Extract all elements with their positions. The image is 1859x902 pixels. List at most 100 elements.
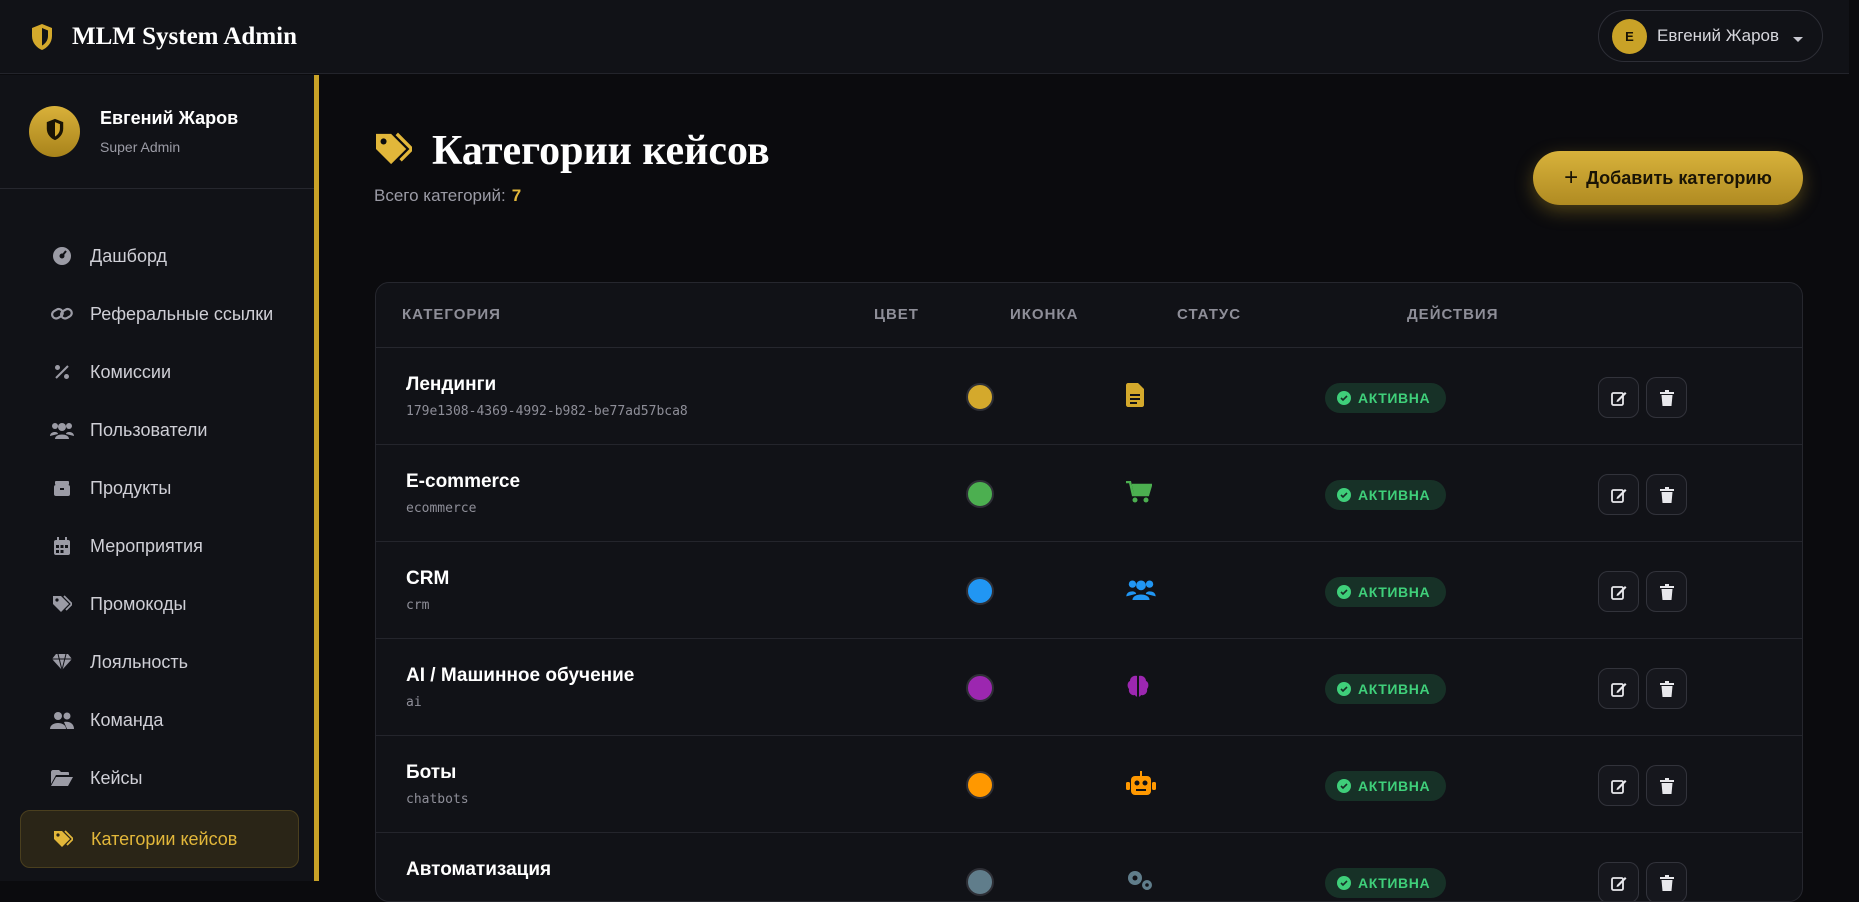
delete-button[interactable] [1646, 765, 1687, 806]
check-circle-icon [1337, 779, 1351, 793]
profile-role: Super Admin [100, 139, 181, 155]
page-title: Категории кейсов [432, 128, 770, 174]
status-label: АКТИВНА [1358, 584, 1431, 600]
edit-button[interactable] [1598, 765, 1639, 806]
sidebar: Евгений Жаров Super Admin Дашборд Рефера… [0, 75, 319, 881]
table-row[interactable]: E-commerce ecommerce АКТИВНА [376, 445, 1802, 542]
top-bar: MLM System Admin Е Евгений Жаров [0, 0, 1859, 74]
plus-icon: + [1564, 164, 1579, 191]
color-swatch [966, 771, 994, 799]
category-name: Лендинги [406, 374, 497, 395]
sidebar-nav: Дашборд Реферальные ссылки Комиссии Поль… [20, 227, 299, 868]
category-slug: 179e1308-4369-4992-b982-be77ad57bca8 [406, 404, 688, 419]
user-menu[interactable]: Е Евгений Жаров [1598, 10, 1823, 62]
sidebar-item-events[interactable]: Мероприятия [20, 517, 299, 575]
color-swatch [966, 674, 994, 702]
sidebar-item-promocodes[interactable]: Промокоды [20, 575, 299, 633]
shopping-cart-icon [1126, 478, 1156, 506]
users-icon [50, 420, 74, 440]
sidebar-item-label: Промокоды [90, 593, 187, 614]
sidebar-item-case-categories[interactable]: Категории кейсов [20, 810, 299, 868]
edit-icon [1610, 585, 1626, 600]
brand[interactable]: MLM System Admin [30, 18, 297, 56]
check-circle-icon [1337, 391, 1351, 405]
dashboard-icon [50, 246, 74, 266]
category-slug: ai [406, 695, 422, 710]
profile-name: Евгений Жаров [100, 108, 239, 128]
brain-icon [1126, 672, 1156, 700]
sidebar-item-dashboard[interactable]: Дашборд [20, 227, 299, 285]
status-badge: АКТИВНА [1325, 577, 1447, 607]
trash-icon [1659, 874, 1674, 891]
column-header-icon: ИКОНКА [1010, 306, 1079, 323]
check-circle-icon [1337, 876, 1351, 890]
sidebar-item-label: Мероприятия [90, 535, 203, 556]
user-name: Евгений Жаров [1657, 26, 1780, 45]
table-row[interactable]: Автоматизация АКТИВНА [376, 833, 1802, 901]
edit-button[interactable] [1598, 862, 1639, 901]
check-circle-icon [1337, 488, 1351, 502]
table-row[interactable]: CRM crm АКТИВНА [376, 542, 1802, 639]
sidebar-item-products[interactable]: Продукты [20, 459, 299, 517]
shield-icon [30, 23, 56, 51]
sidebar-item-commissions[interactable]: Комиссии [20, 343, 299, 401]
edit-button[interactable] [1598, 571, 1639, 612]
status-label: АКТИВНА [1358, 487, 1431, 503]
sidebar-item-users[interactable]: Пользователи [20, 401, 299, 459]
table-row[interactable]: AI / Машинное обучение ai АКТИВНА [376, 639, 1802, 736]
color-swatch [966, 383, 994, 411]
scrollbar[interactable] [1849, 0, 1859, 881]
status-label: АКТИВНА [1358, 875, 1431, 891]
column-header-category: КАТЕГОРИЯ [402, 306, 501, 323]
edit-icon [1610, 682, 1626, 697]
delete-button[interactable] [1646, 862, 1687, 901]
category-name: Боты [406, 762, 457, 783]
sidebar-item-loyalty[interactable]: Лояльность [20, 633, 299, 691]
edit-icon [1610, 876, 1626, 891]
sidebar-item-label: Пользователи [90, 419, 208, 440]
column-header-color: ЦВЕТ [874, 306, 919, 323]
sidebar-item-label: Категории кейсов [91, 828, 238, 849]
sidebar-item-cases[interactable]: Кейсы [20, 749, 299, 807]
status-badge: АКТИВНА [1325, 674, 1447, 704]
tags-icon [50, 594, 74, 614]
edit-button[interactable] [1598, 668, 1639, 709]
delete-button[interactable] [1646, 377, 1687, 418]
edit-button[interactable] [1598, 377, 1639, 418]
box-icon [50, 478, 74, 498]
percent-icon [50, 362, 74, 382]
cogs-icon [1126, 866, 1156, 894]
delete-button[interactable] [1646, 474, 1687, 515]
edit-icon [1610, 488, 1626, 503]
tags-icon [374, 132, 415, 171]
shield-icon [45, 118, 65, 146]
page-header: Категории кейсов [374, 127, 770, 175]
edit-icon [1610, 391, 1626, 406]
status-badge: АКТИВНА [1325, 383, 1447, 413]
check-circle-icon [1337, 682, 1351, 696]
link-icon [50, 304, 74, 324]
folder-open-icon [50, 768, 74, 788]
trash-icon [1659, 583, 1674, 600]
avatar [29, 106, 80, 157]
status-badge: АКТИВНА [1325, 868, 1447, 898]
edit-button[interactable] [1598, 474, 1639, 515]
category-name: E-commerce [406, 471, 521, 492]
delete-button[interactable] [1646, 571, 1687, 612]
table-row[interactable]: Боты chatbots АКТИВНА [376, 736, 1802, 833]
tags-icon [51, 829, 75, 849]
robot-icon [1126, 769, 1156, 797]
delete-button[interactable] [1646, 668, 1687, 709]
sidebar-item-referral-links[interactable]: Реферальные ссылки [20, 285, 299, 343]
brand-title: MLM System Admin [72, 23, 297, 50]
add-category-button[interactable]: + Добавить категорию [1533, 151, 1803, 205]
sidebar-item-label: Комиссии [90, 361, 172, 382]
main-content: Категории кейсов Всего категорий: 7 + Доб… [324, 75, 1859, 902]
sidebar-item-team[interactable]: Команда [20, 691, 299, 749]
table-row[interactable]: Лендинги 179e1308-4369-4992-b982-be77ad5… [376, 348, 1802, 445]
sidebar-item-label: Команда [90, 709, 164, 730]
category-slug: ecommerce [406, 501, 477, 516]
trash-icon [1659, 777, 1674, 794]
trash-icon [1659, 486, 1674, 503]
status-badge: АКТИВНА [1325, 771, 1447, 801]
